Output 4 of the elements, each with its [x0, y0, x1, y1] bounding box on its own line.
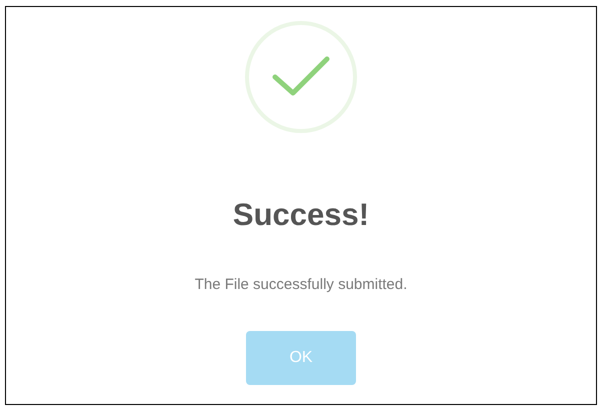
dialog-message: The File successfully submitted.: [194, 275, 408, 295]
dialog-title: Success!: [232, 199, 370, 230]
success-check-icon: [245, 21, 357, 133]
ok-button[interactable]: OK: [246, 330, 356, 384]
